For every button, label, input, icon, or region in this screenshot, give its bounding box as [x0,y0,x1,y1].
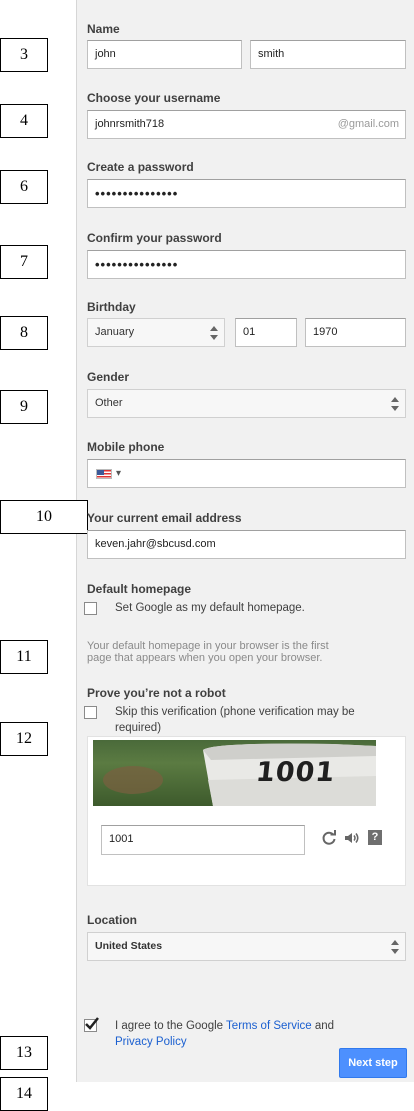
birth-month-value: January [95,326,135,338]
username-label: Choose your username [87,91,221,105]
current-email-label: Your current email address [87,511,242,525]
default-homepage-checkbox-label: Set Google as my default homepage. [115,602,305,614]
step-number-box: 3 [0,38,48,72]
default-homepage-note-line: page that appears when you open your bro… [87,652,323,664]
confirm-password-field[interactable]: ••••••••••••••• [87,250,406,279]
terms-prefix: I agree to the Google [115,1020,227,1032]
select-arrows-icon [391,940,399,954]
select-arrows-icon [210,326,218,340]
gmail-suffix: @gmail.com [337,118,399,130]
current-email-field[interactable]: keven.jahr@sbcusd.com [87,530,406,559]
us-flag-icon[interactable] [96,469,112,479]
step-number-box: 10 [0,500,88,534]
privacy-policy-link[interactable]: Privacy Policy [115,1036,187,1048]
step-number-box: 13 [0,1036,48,1070]
step-number-box: 14 [0,1077,48,1111]
first-name-field[interactable]: john [87,40,242,69]
audio-icon[interactable] [343,830,359,846]
step-number-box: 11 [0,640,48,674]
skip-verification-line: required) [115,722,162,734]
password-value: ••••••••••••••• [95,186,179,201]
confirm-password-value: ••••••••••••••• [95,257,179,272]
birth-year-field[interactable]: 1970 [305,318,406,347]
skip-verification-label: Skip this verification (phone verificati… [115,704,410,736]
username-field[interactable]: johnrsmith718 @gmail.com [87,110,406,139]
step-number-box: 7 [0,245,48,279]
captcha-image: 1001 [93,740,376,806]
skip-verification-line: Skip this verification (phone verificati… [115,706,355,718]
skip-verification-checkbox[interactable] [84,706,97,719]
robot-label: Prove you’re not a robot [87,686,226,700]
name-label: Name [87,22,120,36]
captcha-box: 1001 1001 ? [87,736,406,886]
next-step-button[interactable]: Next step [339,1048,407,1078]
terms-and: and [311,1020,335,1032]
location-label: Location [87,913,137,927]
country-dropdown-icon[interactable]: ▾ [116,460,121,487]
step-number-box: 6 [0,170,48,204]
captcha-input[interactable]: 1001 [101,825,305,855]
username-value: johnrsmith718 [95,118,165,130]
default-homepage-checkbox[interactable] [84,602,97,615]
confirm-password-label: Confirm your password [87,231,222,245]
gender-value: Other [95,397,123,409]
password-field[interactable]: ••••••••••••••• [87,179,406,208]
terms-text: I agree to the Google Terms of Service a… [115,1018,405,1050]
terms-checkbox[interactable] [84,1017,99,1032]
default-homepage-note-line: Your default homepage in your browser is… [87,640,329,652]
default-homepage-label: Default homepage [87,582,192,596]
checkmark-icon [85,1017,99,1030]
birthday-label: Birthday [87,300,136,314]
birth-day-field[interactable]: 01 [235,318,297,347]
step-number-box: 9 [0,390,48,424]
step-number-box: 4 [0,104,48,138]
last-name-field[interactable]: smith [250,40,406,69]
location-value: United States [95,940,163,952]
default-homepage-note: Your default homepage in your browser is… [87,640,407,664]
refresh-icon[interactable] [321,830,337,846]
select-arrows-icon [391,397,399,411]
step-number-box: 12 [0,722,48,756]
mobile-phone-field[interactable]: ▾ [87,459,406,488]
mobile-phone-label: Mobile phone [87,440,165,454]
step-number-box: 8 [0,316,48,350]
gender-label: Gender [87,370,130,384]
captcha-image-text: 1001 [254,757,337,788]
gender-select[interactable]: Other [87,389,406,418]
help-icon[interactable]: ? [368,830,382,845]
flag-canton [97,470,104,475]
location-select[interactable]: United States [87,932,406,961]
birth-month-select[interactable]: January [87,318,225,347]
password-label: Create a password [87,160,194,174]
terms-of-service-link[interactable]: Terms of Service [226,1020,312,1032]
